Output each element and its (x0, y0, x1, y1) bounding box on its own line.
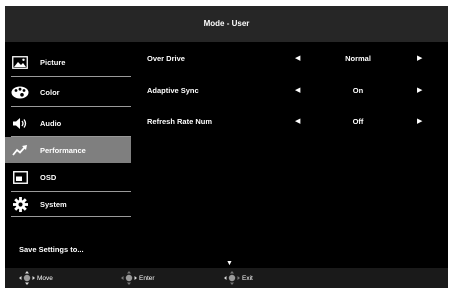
sidebar-item-label: Audio (40, 118, 62, 128)
right-arrow-icon[interactable]: ▶ (417, 86, 422, 94)
speaker-icon (11, 116, 29, 130)
footer-hints: Move Enter Exit (5, 268, 448, 288)
setting-label: Over Drive (147, 54, 185, 63)
enter-label: Enter (139, 274, 155, 282)
joystick-enter-icon (121, 271, 137, 285)
save-settings-button[interactable]: Save Settings to... (19, 245, 84, 254)
sidebar-item-performance[interactable]: Performance (5, 137, 131, 163)
joystick-exit-icon (224, 271, 240, 285)
sidebar-item-system[interactable]: System (5, 191, 131, 217)
sidebar-item-color[interactable]: Color (5, 79, 131, 105)
divider (11, 216, 131, 217)
osd-icon (11, 170, 29, 184)
setting-row-over-drive[interactable]: Over Drive ◀ Normal ▶ (147, 54, 437, 68)
palette-icon (11, 85, 29, 99)
setting-value: On (352, 86, 364, 95)
exit-label: Exit (242, 274, 253, 282)
sidebar-item-label: Picture (40, 57, 66, 67)
sidebar-item-picture[interactable]: Picture (5, 49, 131, 75)
setting-label: Adaptive Sync (147, 86, 199, 95)
right-arrow-icon[interactable]: ▶ (417, 54, 422, 62)
left-arrow-icon[interactable]: ◀ (295, 117, 300, 125)
menu-title: Mode - User (5, 6, 448, 42)
exit-hint: Exit (224, 271, 253, 285)
osd-menu: Mode - User Picture Color Audio Performa… (5, 6, 448, 288)
sidebar-item-label: System (40, 199, 67, 209)
sidebar-item-label: Performance (40, 145, 86, 155)
setting-label: Refresh Rate Num (147, 117, 213, 126)
right-arrow-icon[interactable]: ▶ (417, 117, 422, 125)
sidebar-item-osd[interactable]: OSD (5, 164, 131, 190)
divider (11, 106, 131, 107)
picture-icon (11, 55, 29, 69)
setting-row-adaptive-sync[interactable]: Adaptive Sync ◀ On ▶ (147, 86, 437, 100)
left-arrow-icon[interactable]: ◀ (295, 86, 300, 94)
scroll-down-icon[interactable]: ▼ (226, 260, 233, 267)
joystick-move-icon (19, 271, 35, 285)
gear-icon (11, 196, 29, 212)
sidebar-item-audio[interactable]: Audio (5, 110, 131, 136)
setting-row-refresh-rate-num[interactable]: Refresh Rate Num ◀ Off ▶ (147, 117, 437, 131)
enter-hint: Enter (121, 271, 155, 285)
move-hint: Move (19, 271, 53, 285)
setting-value: Normal (345, 54, 371, 63)
move-label: Move (37, 274, 53, 282)
sidebar-item-label: OSD (40, 172, 57, 182)
setting-value: Off (352, 117, 364, 126)
left-arrow-icon[interactable]: ◀ (295, 54, 300, 62)
divider (11, 76, 131, 77)
sidebar-item-label: Color (40, 87, 60, 97)
sidebar: Picture Color Audio Performance OSD Syst… (5, 42, 131, 268)
performance-icon (11, 143, 29, 157)
